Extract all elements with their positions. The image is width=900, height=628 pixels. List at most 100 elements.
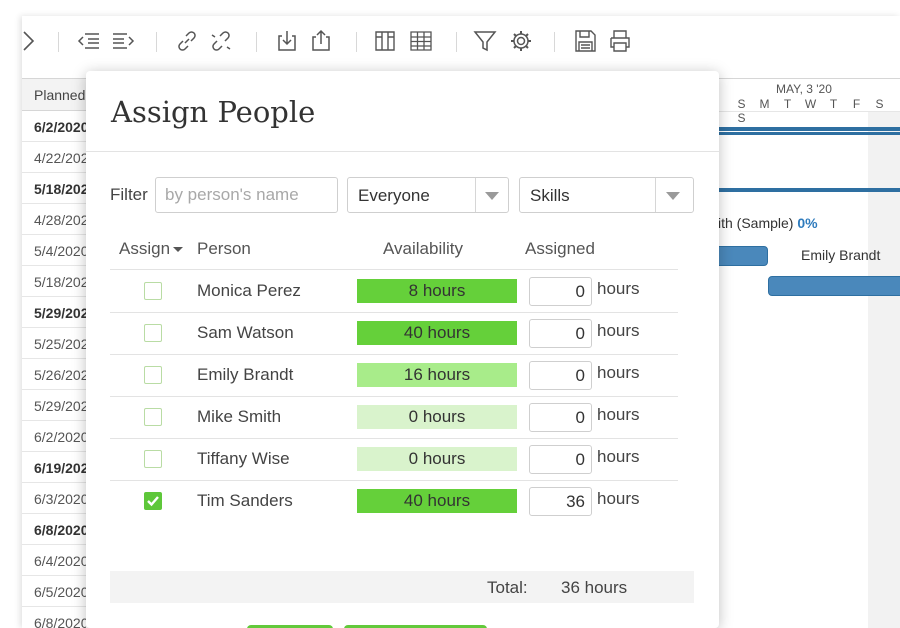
table-row[interactable]: 5/18/2020 <box>22 173 86 204</box>
sort-caret-icon <box>173 247 184 253</box>
toolbar <box>22 16 900 70</box>
assign-checkbox[interactable] <box>144 408 162 426</box>
filter-icon[interactable] <box>472 28 498 54</box>
link-icon[interactable] <box>174 28 200 54</box>
summary-bar[interactable] <box>718 188 900 192</box>
table-icon[interactable] <box>408 28 434 54</box>
task-name: ith (Sample) <box>718 215 794 231</box>
indent-icon[interactable] <box>110 28 136 54</box>
table-row[interactable]: 6/5/2020 <box>22 576 86 607</box>
chevron-down-icon <box>666 192 680 200</box>
assigned-hours-input[interactable] <box>529 277 592 306</box>
task-percent: 0% <box>797 215 818 231</box>
gantt-day-label: S <box>875 97 884 111</box>
availability-badge: 16 hours <box>357 363 517 387</box>
assign-checkbox[interactable] <box>144 450 162 468</box>
filter-label: Filter <box>110 185 148 204</box>
availability-badge: 40 hours <box>357 489 517 513</box>
table-row[interactable]: 5/18/2020 <box>22 266 86 297</box>
table-row: Sam Watson 40 hours hours <box>110 312 678 354</box>
gantt-day-label: T <box>829 97 838 111</box>
chevron-down-icon <box>485 192 499 200</box>
table-row[interactable]: 6/19/2020 <box>22 452 86 483</box>
total-row: Total: 36 hours <box>110 571 694 603</box>
assigned-hours-input[interactable] <box>529 361 592 390</box>
hours-unit-label: hours <box>597 279 640 298</box>
table-row[interactable]: 6/4/2020 <box>22 545 86 576</box>
unlink-icon[interactable] <box>208 28 234 54</box>
assigned-hours-input[interactable] <box>529 487 592 516</box>
person-name: Monica Perez <box>197 281 301 300</box>
table-row[interactable]: 5/4/2020 <box>22 235 86 266</box>
gantt-day-label: S <box>737 97 746 111</box>
task-bar[interactable] <box>768 276 900 296</box>
assign-people-dialog: Assign People Filter Everyone Skills Ass… <box>86 71 719 628</box>
person-name: Tim Sanders <box>197 491 293 510</box>
dialog-divider <box>86 151 719 152</box>
summary-bar[interactable] <box>718 132 900 135</box>
assigned-hours-input[interactable] <box>529 319 592 348</box>
gantt-week-label: MAY, 3 '20 <box>776 82 832 96</box>
person-name: Emily Brandt <box>197 365 294 384</box>
assign-checkbox[interactable] <box>144 282 162 300</box>
task-bar[interactable] <box>712 246 768 266</box>
gantt-chart: MAY, 3 '20 S M T W T F SS ith (Sample) 0% Emil… <box>712 78 900 628</box>
summary-bar[interactable] <box>718 127 900 131</box>
column-header-assign-label: Assign <box>119 239 171 258</box>
table-row[interactable]: 5/25/2020 <box>22 328 86 359</box>
chevron-right-icon[interactable] <box>16 28 42 54</box>
table-row[interactable]: 5/26/2020 <box>22 359 86 390</box>
table-row: Mike Smith 0 hours hours <box>110 396 678 438</box>
assign-checkbox[interactable] <box>144 324 162 342</box>
assigned-hours-input[interactable] <box>529 403 592 432</box>
table-row[interactable]: 6/8/2020 <box>22 514 86 545</box>
assign-checkbox[interactable] <box>144 366 162 384</box>
gantt-day-label: T <box>783 97 792 111</box>
hours-unit-label: hours <box>597 489 640 508</box>
table-row[interactable]: 4/22/2020 <box>22 142 86 173</box>
gantt-assignee-label: Emily Brandt <box>801 247 881 263</box>
person-name-filter-input[interactable] <box>155 177 338 213</box>
task-grid: Planned 6/2/20204/22/20205/18/20204/28/2… <box>22 78 86 628</box>
save-icon[interactable] <box>572 28 598 54</box>
table-row[interactable]: 5/29/2020 <box>22 390 86 421</box>
table-row[interactable]: 6/3/2020 <box>22 483 86 514</box>
column-header-person: Person <box>197 239 251 258</box>
hours-unit-label: hours <box>597 321 640 340</box>
gantt-task-label: ith (Sample) 0% <box>718 215 818 231</box>
table-row[interactable]: 6/8/2020 <box>22 607 86 628</box>
gantt-day-label: W <box>804 97 817 111</box>
select-divider <box>475 178 476 212</box>
group-select[interactable]: Everyone <box>347 177 509 213</box>
column-header-assign[interactable]: Assign <box>119 239 184 259</box>
total-value: 36 hours <box>561 578 628 597</box>
table-row: Tiffany Wise 0 hours hours <box>110 438 678 480</box>
toolbar-divider <box>156 32 157 52</box>
gear-icon[interactable] <box>508 28 534 54</box>
person-name: Tiffany Wise <box>197 449 290 468</box>
table-row[interactable]: 6/2/2020 <box>22 111 86 142</box>
grid-header-planned[interactable]: Planned <box>22 79 86 111</box>
table-row[interactable]: 5/29/2020 <box>22 297 86 328</box>
availability-badge: 0 hours <box>357 405 517 429</box>
availability-badge: 40 hours <box>357 321 517 345</box>
import-icon[interactable] <box>274 28 300 54</box>
assigned-hours-input[interactable] <box>529 445 592 474</box>
gantt-day-label: M <box>759 97 770 111</box>
assign-checkbox[interactable] <box>144 492 162 510</box>
skills-select-value: Skills <box>530 186 570 205</box>
availability-badge: 8 hours <box>357 279 517 303</box>
table-row[interactable]: 6/2/2020 <box>22 421 86 452</box>
toolbar-divider <box>356 32 357 52</box>
hours-unit-label: hours <box>597 405 640 424</box>
column-header-availability: Availability <box>383 239 464 258</box>
skills-select[interactable]: Skills <box>519 177 694 213</box>
toolbar-divider <box>554 32 555 52</box>
export-icon[interactable] <box>308 28 334 54</box>
table-row[interactable]: 4/28/2020 <box>22 204 86 235</box>
columns-icon[interactable] <box>372 28 398 54</box>
hours-unit-label: hours <box>597 363 640 382</box>
total-label: Total: <box>487 578 528 597</box>
print-icon[interactable] <box>607 28 633 54</box>
outdent-icon[interactable] <box>76 28 102 54</box>
